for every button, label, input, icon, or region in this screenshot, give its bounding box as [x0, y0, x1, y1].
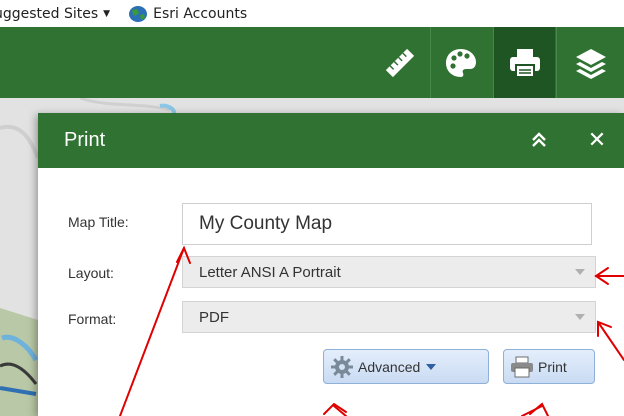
layout-value: Letter ANSI A Portrait: [199, 263, 341, 281]
double-chevron-up-icon: [532, 132, 546, 147]
map-title-input[interactable]: My County Map: [182, 203, 592, 245]
gear-icon: [331, 355, 353, 378]
suggested-sites-label: uggested Sites: [0, 5, 99, 22]
print-tool-button[interactable]: [493, 27, 555, 98]
print-panel-header: Print ✕: [38, 113, 624, 168]
suggested-sites-link[interactable]: uggested Sites ▼: [0, 6, 110, 22]
palette-icon: [445, 48, 476, 77]
layer-list-button[interactable]: [556, 27, 624, 98]
print-panel-title: Print: [64, 129, 106, 151]
map-toolbar: [0, 27, 624, 98]
advanced-button[interactable]: Advanced: [323, 349, 489, 384]
map-title-value: My County Map: [199, 213, 333, 234]
advanced-button-label: Advanced: [358, 358, 421, 375]
dropdown-arrow-icon[interactable]: [565, 257, 595, 287]
print-button-label: Print: [538, 358, 567, 375]
print-button[interactable]: Print: [503, 349, 595, 384]
print-panel: Print ✕ Map Title: My County Map Layout:…: [38, 113, 624, 416]
map-title-label: Map Title:: [68, 214, 129, 230]
chevron-down-icon: ▼: [103, 8, 111, 19]
esri-accounts-link[interactable]: Esri Accounts: [128, 5, 247, 23]
layout-label: Layout:: [68, 265, 114, 281]
ruler-icon: [385, 48, 415, 77]
measurement-tool-button[interactable]: [370, 27, 430, 98]
format-select[interactable]: PDF: [182, 301, 596, 333]
collapse-panel-button[interactable]: [526, 127, 552, 153]
close-panel-button[interactable]: ✕: [584, 127, 610, 153]
layers-icon: [575, 48, 606, 79]
printer-icon: [511, 356, 533, 377]
favorites-bar: uggested Sites ▼ Esri Accounts: [0, 0, 624, 27]
basemap-gallery-button[interactable]: [430, 27, 490, 98]
globe-icon: [129, 5, 148, 22]
format-label: Format:: [68, 311, 117, 327]
esri-accounts-label: Esri Accounts: [153, 5, 248, 22]
dropdown-arrow-icon[interactable]: [565, 302, 595, 332]
format-value: PDF: [199, 308, 229, 326]
chevron-down-icon: [426, 363, 437, 370]
printer-icon: [509, 48, 540, 78]
layout-select[interactable]: Letter ANSI A Portrait: [182, 256, 596, 288]
close-icon: ✕: [587, 127, 607, 153]
